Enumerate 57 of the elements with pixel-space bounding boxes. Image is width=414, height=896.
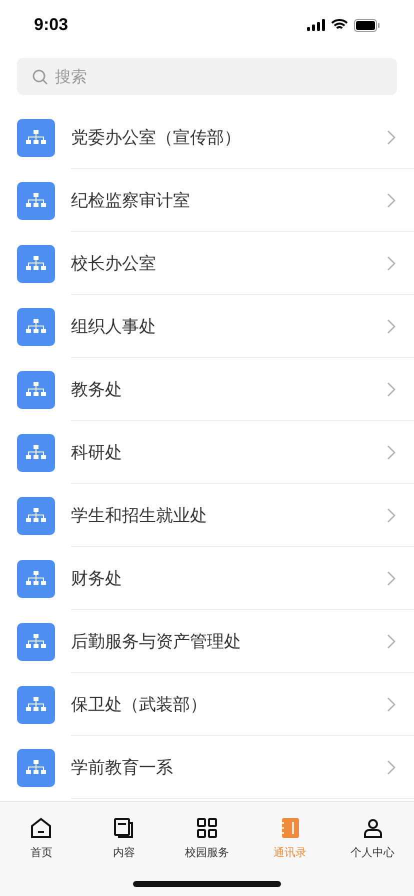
department-name: 组织人事处 xyxy=(71,316,157,338)
department-item[interactable]: 学前教育一系 xyxy=(0,736,414,799)
org-chart-icon xyxy=(17,182,55,220)
department-item[interactable]: 教务处 xyxy=(0,358,414,421)
org-chart-icon xyxy=(17,686,55,724)
department-item[interactable]: 学生和招生就业处 xyxy=(0,484,414,547)
department-item[interactable]: 科研处 xyxy=(0,421,414,484)
chevron-right-icon xyxy=(387,130,396,144)
department-item[interactable]: 校长办公室 xyxy=(0,232,414,295)
department-name: 党委办公室（宣传部） xyxy=(71,126,242,148)
chevron-right-icon xyxy=(387,760,396,774)
tab[interactable]: 校园服务 xyxy=(166,816,248,860)
home-icon xyxy=(29,816,54,840)
search-icon xyxy=(32,69,48,85)
department-item[interactable]: 后勤服务与资产管理处 xyxy=(0,610,414,673)
org-chart-icon xyxy=(17,496,55,534)
department-name: 后勤服务与资产管理处 xyxy=(71,630,242,652)
department-name: 科研处 xyxy=(71,442,123,464)
department-item[interactable]: 党委办公室（宣传部） xyxy=(0,106,414,169)
chevron-right-icon xyxy=(387,256,396,270)
chevron-right-icon xyxy=(387,444,396,460)
department-name: 学前教育一系 xyxy=(71,756,174,778)
department-item[interactable]: 纪检监察审计室 xyxy=(0,169,414,232)
address-book-icon xyxy=(278,816,302,840)
org-chart-icon xyxy=(17,748,55,786)
org-chart-icon xyxy=(17,118,55,156)
chevron-right-icon xyxy=(387,634,396,648)
tab[interactable]: 首页 xyxy=(0,816,83,860)
grid-icon xyxy=(194,816,219,840)
org-chart-icon xyxy=(17,560,55,598)
department-name: 教务处 xyxy=(71,378,123,400)
signal-icon xyxy=(307,19,325,31)
department-item[interactable]: 财务处 xyxy=(0,547,414,610)
wifi-icon xyxy=(331,19,348,31)
org-chart-icon xyxy=(17,308,55,346)
department-item[interactable]: 保卫处（武装部） xyxy=(0,673,414,736)
org-chart-icon xyxy=(17,622,55,660)
department-name: 校长办公室 xyxy=(71,252,157,274)
status-time: 9:03 xyxy=(34,15,68,35)
department-item[interactable]: 组织人事处 xyxy=(0,295,414,358)
chevron-right-icon xyxy=(387,382,396,396)
department-name: 纪检监察审计室 xyxy=(71,190,191,212)
chevron-right-icon xyxy=(387,318,396,334)
department-name: 学生和招生就业处 xyxy=(71,504,208,526)
org-chart-icon xyxy=(17,244,55,282)
org-chart-icon xyxy=(17,370,55,408)
chevron-right-icon xyxy=(387,570,396,586)
tab[interactable]: 个人中心 xyxy=(331,816,414,860)
search-field[interactable]: 搜索 xyxy=(17,58,397,95)
chevron-right-icon xyxy=(387,696,396,712)
org-chart-icon xyxy=(17,434,55,472)
department-name: 保卫处（武装部） xyxy=(71,694,208,716)
battery-icon xyxy=(354,18,380,32)
chevron-right-icon xyxy=(387,192,396,208)
department-name: 财务处 xyxy=(71,568,123,590)
chevron-right-icon xyxy=(387,508,396,522)
tab[interactable]: 内容 xyxy=(82,816,166,860)
